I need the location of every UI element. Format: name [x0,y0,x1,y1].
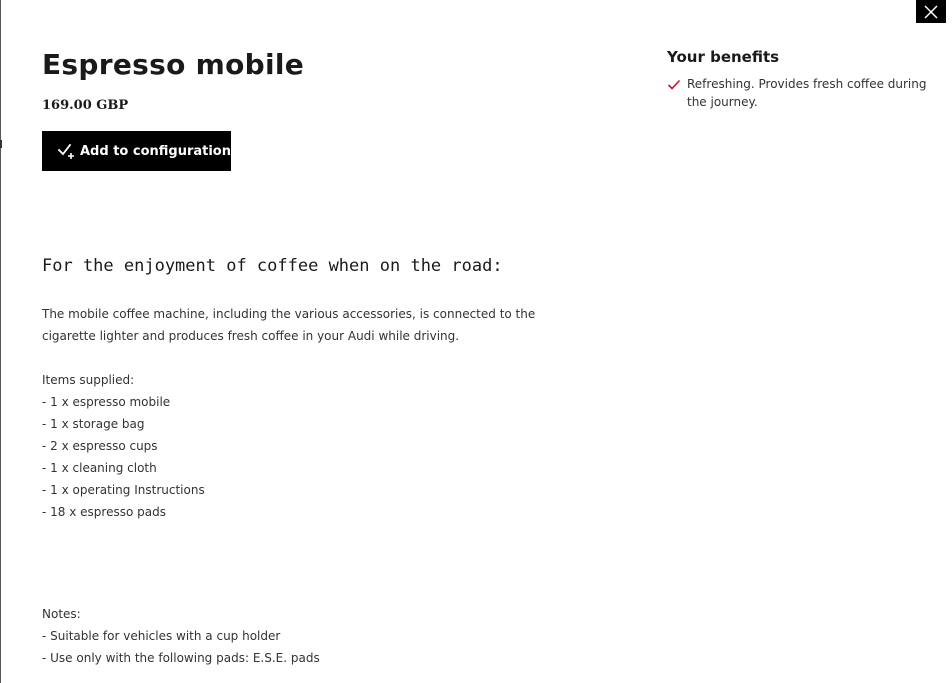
benefit-text: Refreshing. Provides fresh coffee during… [687,77,927,109]
dialog-left-border [0,0,1,683]
list-item: - 1 x storage bag [42,417,145,431]
note-item: - Use only with the following pads: E.S.… [42,651,320,665]
add-to-configuration-button[interactable]: Add to configuration [42,131,231,171]
check-plus-icon [58,142,76,160]
benefits-title: Your benefits [667,48,780,66]
notes-title: Notes: [42,607,81,621]
right-margin [946,0,952,683]
product-title: Espresso mobile [42,48,305,81]
close-button[interactable] [916,0,946,23]
list-item: - 18 x espresso pads [42,505,166,519]
benefit-item: Refreshing. Provides fresh coffee during… [667,75,932,111]
items-supplied-list: Items supplied: - 1 x espresso mobile - … [42,369,205,523]
items-supplied-title: Items supplied: [42,373,135,387]
product-detail-dialog: Espresso mobile 169.00 GBP Add to config… [0,0,952,683]
note-item: - Suitable for vehicles with a cup holde… [42,629,281,643]
check-icon [667,77,681,91]
notes-list: Notes: - Suitable for vehicles with a cu… [42,603,320,669]
left-edge-marker [0,140,2,148]
section-heading: For the enjoyment of coffee when on the … [42,256,503,276]
list-item: - 1 x cleaning cloth [42,461,157,475]
close-icon [924,4,938,19]
list-item: - 1 x operating Instructions [42,483,205,497]
add-to-configuration-label: Add to configuration [80,143,231,159]
description-line: The mobile coffee machine, including the… [42,307,536,321]
description-line: cigarette lighter and produces fresh cof… [42,329,460,343]
product-price: 169.00 GBP [42,98,129,113]
list-item: - 1 x espresso mobile [42,395,171,409]
product-description: The mobile coffee machine, including the… [42,303,535,347]
list-item: - 2 x espresso cups [42,439,158,453]
benefits-panel: Your benefits Refreshing. Provides fresh… [667,48,932,111]
